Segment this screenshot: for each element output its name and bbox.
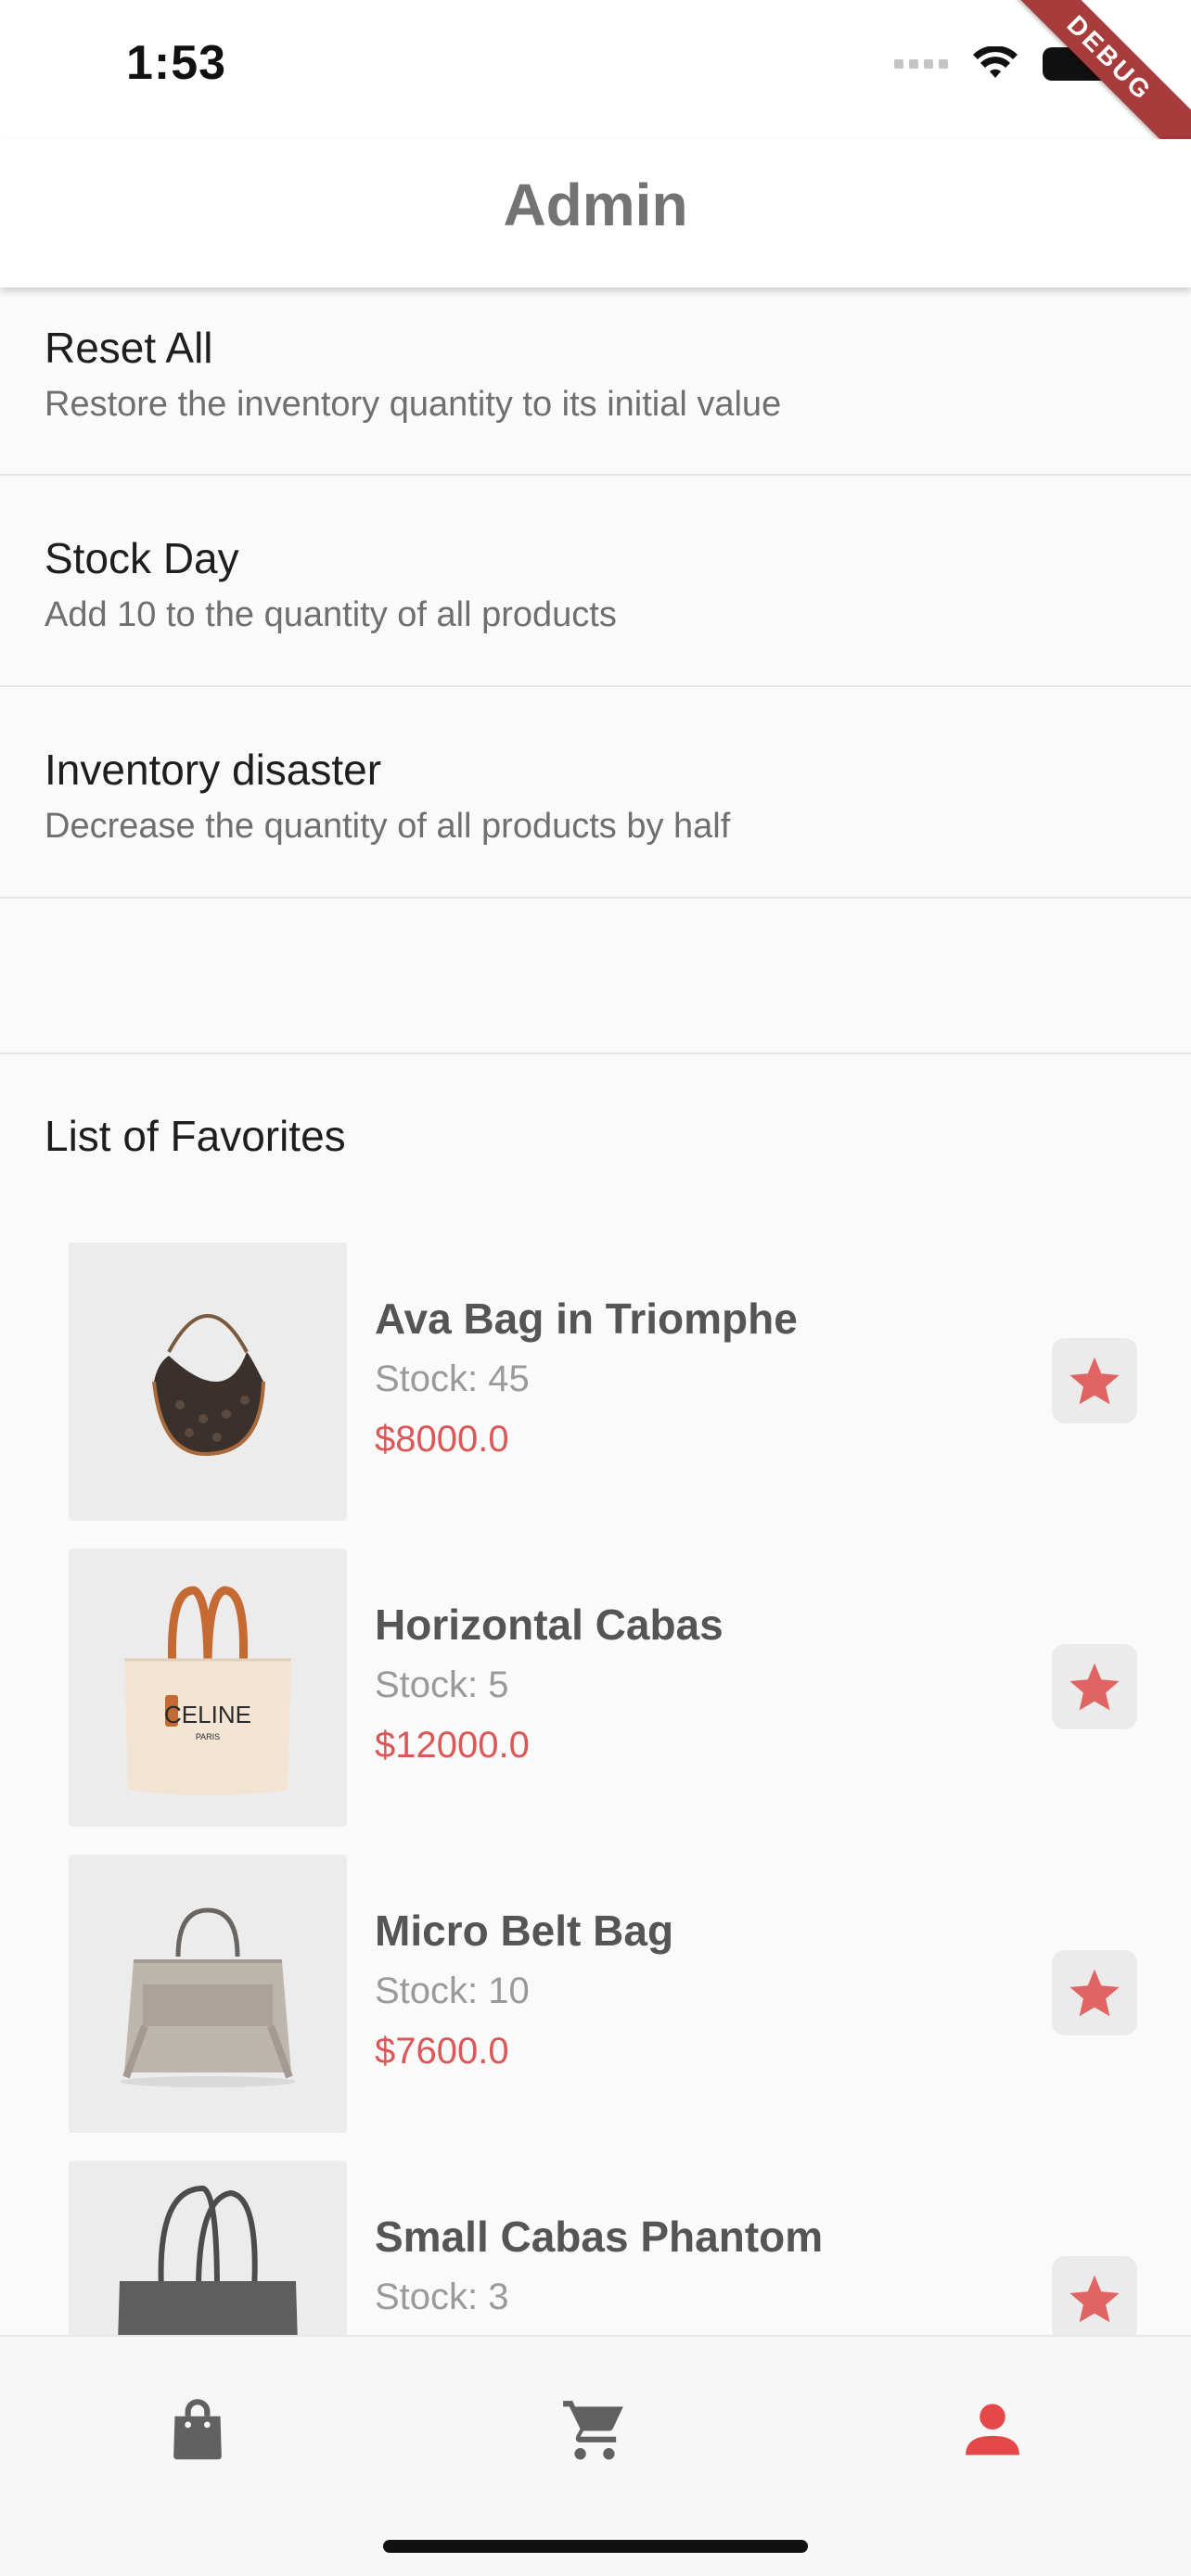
product-stock: Stock: 5 <box>375 1664 509 1705</box>
cart-icon <box>563 2401 623 2460</box>
brand-text: CELINE <box>164 1701 251 1728</box>
favorite-toggle-button[interactable] <box>1052 1950 1137 2035</box>
status-time: 1:53 <box>126 36 227 90</box>
home-indicator[interactable] <box>383 2540 808 2553</box>
product-stock: Stock: 3 <box>375 2276 509 2317</box>
ava-bag-image <box>69 1243 347 1521</box>
action-title: Inventory disaster <box>45 746 382 794</box>
product-price: $8000.0 <box>375 1419 509 1460</box>
favorite-toggle-button[interactable] <box>1052 1644 1137 1729</box>
action-subtitle: Decrease the quantity of all products by… <box>45 807 731 846</box>
product-price: $7600.0 <box>375 2031 509 2072</box>
favorite-toggle-button[interactable] <box>1052 1338 1137 1423</box>
nav-shop-button[interactable] <box>160 2392 235 2467</box>
list-item[interactable]: Small Cabas Phantom Stock: 3 <box>0 2161 1191 2337</box>
nav-cart-button[interactable] <box>557 2392 632 2467</box>
star-icon <box>1069 1357 1120 1405</box>
action-title: Stock Day <box>45 534 239 582</box>
product-stock: Stock: 45 <box>375 1358 530 1399</box>
section-divider <box>0 899 1191 1054</box>
wifi-icon <box>973 46 1018 78</box>
app-bar: Admin <box>0 139 1191 287</box>
product-name: Micro Belt Bag <box>375 1906 674 1955</box>
horizontal-cabas-image: CELINE PARIS <box>69 1549 347 1827</box>
favorite-toggle-button[interactable] <box>1052 2256 1137 2337</box>
cellular-signal-icon <box>894 59 948 69</box>
person-icon <box>966 2404 1019 2455</box>
action-subtitle: Add 10 to the quantity of all products <box>45 595 617 634</box>
star-icon <box>1069 2275 1120 2323</box>
product-stock: Stock: 10 <box>375 1970 530 2011</box>
product-price: $12000.0 <box>375 1725 530 1766</box>
nav-admin-button[interactable] <box>955 2392 1030 2467</box>
shopping-bag-icon <box>173 2399 222 2460</box>
favorites-heading: List of Favorites <box>45 1112 346 1160</box>
micro-belt-bag-image <box>69 1855 347 2133</box>
action-subtitle: Restore the inventory quantity to its in… <box>45 385 782 424</box>
list-item[interactable]: CELINE PARIS Horizontal Cabas Stock: 5 $… <box>0 1549 1191 1827</box>
product-name: Small Cabas Phantom <box>375 2213 824 2261</box>
star-icon <box>1069 1663 1120 1711</box>
action-stock-day[interactable]: Stock Day Add 10 to the quantity of all … <box>0 476 1191 687</box>
product-name: Horizontal Cabas <box>375 1600 724 1649</box>
action-inventory-disaster[interactable]: Inventory disaster Decrease the quantity… <box>0 687 1191 899</box>
brand-subtext: PARIS <box>196 1732 220 1741</box>
action-title: Reset All <box>45 324 213 372</box>
action-reset-all[interactable]: Reset All Restore the inventory quantity… <box>0 287 1191 476</box>
status-bar: 1:53 <box>0 0 1191 139</box>
favorites-list[interactable]: Ava Bag in Triomphe Stock: 45 $8000.0 CE… <box>0 1243 1191 2337</box>
star-icon <box>1069 1969 1120 2017</box>
admin-actions-list: Reset All Restore the inventory quantity… <box>0 287 1191 899</box>
list-item[interactable]: Micro Belt Bag Stock: 10 $7600.0 <box>0 1855 1191 2133</box>
page-title: Admin <box>503 172 688 238</box>
list-item[interactable]: Ava Bag in Triomphe Stock: 45 $8000.0 <box>0 1243 1191 1521</box>
product-name: Ava Bag in Triomphe <box>375 1294 798 1343</box>
small-cabas-phantom-image <box>69 2161 347 2337</box>
